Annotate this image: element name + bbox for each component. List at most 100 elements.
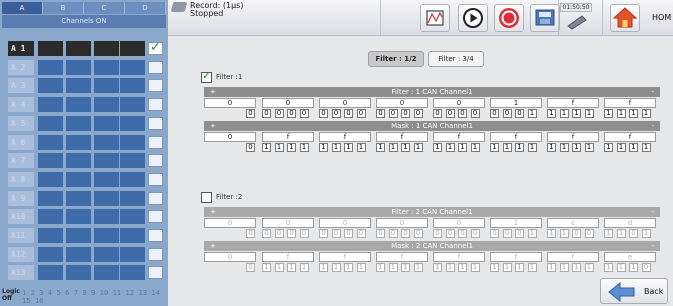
collapse-icon[interactable]: - [651,241,654,251]
bit-cell[interactable]: 1 [604,263,613,272]
hex-cell[interactable]: 0 [204,98,256,108]
bit-cell[interactable]: 0 [262,229,271,238]
hex-cell[interactable]: f [262,132,314,142]
bit-cell[interactable]: 0 [299,109,309,118]
bit-cell[interactable]: 1 [547,263,556,272]
bit-cell[interactable]: 0 [445,229,455,238]
channel-checkbox[interactable] [148,247,163,261]
bit-cell[interactable]: 1 [287,143,296,152]
bit-cell[interactable]: 0 [584,229,594,238]
bit-cell[interactable]: 0 [413,109,423,118]
record-button[interactable] [494,4,524,32]
hex-cell[interactable]: 0 [433,218,485,228]
waveform-button[interactable] [420,4,450,32]
bit-cell[interactable]: 1 [490,143,499,152]
bit-cell[interactable]: 1 [262,263,271,272]
bit-cell[interactable]: 1 [445,263,455,272]
bit-cell[interactable]: 1 [356,263,366,272]
bit-cell[interactable]: 0 [433,109,442,118]
channel-checkbox[interactable] [148,172,163,186]
hex-cell[interactable]: d [604,218,656,228]
hex-cell[interactable]: f [604,98,656,108]
hex-cell[interactable]: e [604,252,656,262]
bit-cell[interactable]: 0 [433,229,442,238]
bit-cell[interactable]: 0 [356,229,366,238]
bit-cell[interactable]: 1 [616,263,626,272]
bit-cell[interactable]: 1 [559,263,569,272]
hex-cell[interactable]: f [604,132,656,142]
bit-cell[interactable]: 0 [470,109,480,118]
bit-cell[interactable]: 1 [559,143,569,152]
channel-checkbox[interactable] [148,229,163,242]
bit-cell[interactable]: 1 [641,229,651,238]
hex-cell[interactable]: 1 [490,218,542,228]
bit-cell[interactable]: 1 [262,143,271,152]
hex-cell[interactable]: f [262,252,314,262]
bit-cell[interactable]: 1 [470,143,480,152]
bit-cell[interactable]: 1 [515,143,524,152]
bit-cell[interactable]: 0 [246,263,255,272]
bit-cell[interactable]: 1 [559,109,569,118]
bit-cell[interactable]: 0 [401,109,410,118]
bit-cell[interactable]: 1 [299,263,309,272]
bit-cell[interactable]: 0 [331,229,341,238]
bit-cell[interactable]: 1 [433,143,442,152]
channel-row[interactable]: A 7 [8,153,168,169]
bit-cell[interactable]: 0 [246,229,255,238]
bit-cell[interactable]: 1 [629,109,638,118]
bit-cell[interactable]: 0 [344,229,353,238]
hex-cell[interactable]: f [433,132,485,142]
bit-cell[interactable]: 1 [458,143,467,152]
bit-cell[interactable]: 1 [527,109,537,118]
bit-cell[interactable]: 1 [584,143,594,152]
bit-cell[interactable]: 1 [559,229,569,238]
bit-cell[interactable]: 0 [502,109,512,118]
channel-checkbox[interactable] [148,79,163,93]
save-button[interactable] [530,4,560,32]
bit-cell[interactable]: 1 [287,263,296,272]
bit-cell[interactable]: 1 [547,229,556,238]
bit-cell[interactable]: 1 [331,143,341,152]
bit-cell[interactable]: 0 [287,109,296,118]
bit-cell[interactable]: 1 [641,109,651,118]
channel-row[interactable]: A13 [8,265,168,281]
bit-cell[interactable]: 1 [470,263,480,272]
bit-cell[interactable]: 0 [388,109,398,118]
channel-checkbox[interactable] [148,116,163,130]
channel-row[interactable]: A 3 [8,78,168,94]
hex-cell[interactable]: f [319,252,371,262]
hex-cell[interactable]: f [319,132,371,142]
expand-icon[interactable]: + [210,121,216,131]
bit-cell[interactable]: 1 [527,143,537,152]
hex-cell[interactable]: 0 [204,132,256,142]
bit-cell[interactable]: 0 [470,229,480,238]
hex-cell[interactable]: 0 [319,218,371,228]
tab-filter-1-2[interactable]: Filter : 1/2 [368,51,424,67]
bit-cell[interactable]: 1 [502,143,512,152]
bit-cell[interactable]: 1 [629,143,638,152]
bit-cell[interactable]: 0 [413,229,423,238]
bit-cell[interactable]: 1 [584,109,594,118]
bit-cell[interactable]: 1 [401,143,410,152]
bit-cell[interactable]: 1 [299,143,309,152]
bit-cell[interactable]: 1 [319,143,328,152]
bit-cell[interactable]: 1 [604,143,613,152]
hex-cell[interactable]: f [547,98,599,108]
bit-cell[interactable]: 1 [445,143,455,152]
hex-cell[interactable]: f [490,252,542,262]
bit-cell[interactable]: 1 [547,143,556,152]
collapse-icon[interactable]: - [651,121,654,131]
bit-cell[interactable]: 0 [376,229,385,238]
bit-cell[interactable]: 1 [572,263,581,272]
bit-cell[interactable]: 0 [376,109,385,118]
bit-cell[interactable]: 0 [401,229,410,238]
channel-checkbox[interactable] [148,98,163,112]
bit-cell[interactable]: 0 [274,109,284,118]
hex-cell[interactable]: c [547,218,599,228]
back-button[interactable]: Back [600,278,668,304]
bit-cell[interactable]: 1 [629,263,638,272]
bit-cell[interactable]: 0 [490,229,499,238]
bit-cell[interactable]: 1 [527,229,537,238]
probe-icon[interactable] [566,14,588,30]
channel-row[interactable]: A10 [8,209,168,225]
